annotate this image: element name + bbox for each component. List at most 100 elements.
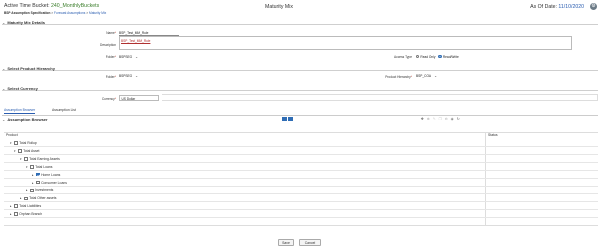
tree-node-checkbox[interactable]	[18, 149, 22, 153]
tree-row[interactable]: ▾ Total Asset	[4, 147, 598, 155]
column-header-status[interactable]: Status	[488, 133, 498, 137]
section-title: Select Currency	[7, 86, 38, 91]
gear-icon[interactable]: ⚙	[590, 3, 597, 10]
chevron-down-icon: ⌄	[2, 66, 6, 71]
as-of-date: As Of Date: 11/10/2020	[530, 4, 584, 10]
tree-node-checkbox[interactable]	[14, 204, 18, 209]
tree-row[interactable]: ▸ Total Liabilities	[4, 203, 598, 211]
section-title: Assumption Browser	[7, 117, 48, 122]
add-icon[interactable]: ⊕	[426, 117, 431, 121]
section-title: Select Product Hierarchy	[7, 66, 55, 71]
tree-row[interactable]: ▸ Total Other assets	[4, 195, 598, 203]
tree-node-label[interactable]: Total Asset	[23, 149, 39, 153]
radio-read-write-label: Read/Write	[442, 54, 459, 59]
tree-node: ▸ Total Liabilities	[10, 204, 41, 208]
tree-node-label[interactable]: Consumer Loans	[41, 181, 67, 185]
tree-row[interactable]: ▾ Total Rollup	[4, 140, 598, 147]
tree-row[interactable]: ▾ Total Loans	[4, 163, 598, 171]
tree-node-checkbox[interactable]	[36, 180, 40, 185]
currency-row-frame	[162, 94, 598, 101]
list-view-button[interactable]	[288, 117, 293, 121]
tree-node: ▸ Home Loans	[32, 173, 60, 177]
tree-node-label[interactable]: Total Loans	[35, 165, 52, 169]
copy-icon[interactable]: ❐	[438, 117, 443, 121]
breadcrumb-forecast-assumptions[interactable]: Forecast Assumptions	[54, 11, 85, 15]
tree-row[interactable]: ▸ Consumer Loans	[4, 179, 598, 187]
tree-node: ▸ Orphan Branch	[10, 212, 42, 216]
name-label: Name*	[106, 31, 116, 35]
chevron-down-icon: ⌄	[2, 86, 6, 91]
refresh-icon[interactable]: ↻	[456, 117, 461, 121]
active-time-bucket-value[interactable]: 240_MonthlyBuckets	[51, 3, 99, 9]
tree-node-checkbox[interactable]	[14, 212, 18, 216]
move-icon[interactable]: ✥	[420, 117, 425, 121]
column-header-product[interactable]: Product	[6, 133, 18, 137]
view-icon[interactable]: ◉	[450, 117, 455, 121]
section-assumption-browser[interactable]: ⌄ Assumption Browser	[2, 117, 272, 122]
tree-node: ▸ Consumer Loans	[32, 181, 67, 185]
name-label-text: Name	[106, 31, 115, 35]
tree-node: ▾ Total Earning Assets	[20, 157, 60, 161]
tree-node-checkbox[interactable]	[14, 141, 18, 145]
description-text: BSP_Test_MM_Rule	[121, 38, 151, 43]
currency-label: Currency*	[101, 96, 116, 101]
section-title: Maturity Mix Details	[7, 20, 45, 25]
folder-label-text: Folder	[105, 55, 115, 59]
tree-row[interactable]: ▸ Investments	[4, 187, 598, 195]
tree-node: ▾ Total Asset	[14, 149, 40, 153]
chevron-down-icon: ⌄	[2, 20, 6, 25]
hierarchy-folder-label-text: Folder	[105, 74, 115, 79]
breadcrumb-maturity-mix[interactable]: Maturity Mix	[89, 11, 106, 15]
currency-label-text: Currency	[101, 96, 115, 101]
tree-node-checkbox[interactable]	[30, 164, 34, 169]
tree-node-checkbox[interactable]	[30, 188, 34, 193]
access-type-group: Read Only Read/Write	[416, 55, 459, 59]
tree-row[interactable]: ▸ Home Loans	[4, 171, 598, 179]
tree-node-label[interactable]: Home Loans	[41, 173, 60, 177]
product-hierarchy-select[interactable]: BSP_COA ⌄	[416, 74, 437, 78]
description-field[interactable]: BSP_Test_MM_Rule	[119, 36, 572, 50]
description-label: Description	[100, 43, 116, 47]
tree-node: ▸ Investments	[26, 188, 53, 192]
hierarchy-folder-select[interactable]: BSPSEG ⌄	[119, 74, 138, 78]
folder-select-value: BSPSEG	[119, 54, 133, 59]
tab-assumption-list[interactable]: Assumption List	[52, 108, 76, 112]
chevron-down-icon: ⌄	[2, 117, 6, 122]
tree-row[interactable]: ▾ Total Earning Assets	[4, 155, 598, 163]
tree-node: ▾ Total Rollup	[10, 141, 37, 145]
tree-row[interactable]: ▸ Orphan Branch	[4, 211, 598, 219]
product-hierarchy-value: BSP_COA	[416, 74, 432, 78]
edit-icon[interactable]: ✎	[432, 117, 437, 121]
active-time-bucket: Active Time Bucket: 240_MonthlyBuckets	[4, 3, 106, 9]
tree-node-label[interactable]: Total Rollup	[19, 141, 37, 145]
header-left: Active Time Bucket: 240_MonthlyBuckets B…	[4, 3, 106, 15]
folder-select[interactable]: BSPSEG ⌄	[119, 55, 138, 59]
tree-node-checkbox[interactable]	[36, 172, 40, 177]
cancel-button[interactable]: Cancel	[299, 239, 321, 246]
tree-node-label[interactable]: Total Other assets	[29, 196, 56, 200]
tree-node-label[interactable]: Total Earning Assets	[29, 157, 60, 161]
breadcrumb: BSP Assumption Specification > Forecast …	[4, 11, 106, 15]
tree-node-checkbox[interactable]	[24, 157, 28, 161]
radio-read-write[interactable]	[438, 54, 442, 59]
tree-node-checkbox[interactable]	[24, 196, 28, 201]
tree-node-label[interactable]: Investments	[35, 188, 53, 192]
tree-view-button[interactable]	[282, 117, 287, 121]
browser-toolbar: ✥ ⊕ ✎ ❐ ⊖ ◉ ↻	[420, 117, 461, 121]
radio-read-only[interactable]	[416, 54, 420, 59]
product-hierarchy-label-text: Product Hierarchy	[385, 74, 411, 79]
as-of-date-value[interactable]: 11/10/2020	[558, 4, 584, 10]
section-select-currency[interactable]: ⌄ Select Currency	[2, 86, 598, 91]
tab-assumption-browser[interactable]: Assumption Browser	[4, 108, 36, 114]
as-of-date-label: As Of Date:	[530, 4, 557, 10]
delete-icon[interactable]: ⊖	[444, 117, 449, 121]
tree-node-label[interactable]: Total Liabilities	[19, 204, 41, 208]
section-select-product-hierarchy[interactable]: ⌄ Select Product Hierarchy	[2, 66, 598, 71]
access-type-label: Access Type	[393, 55, 412, 59]
save-button[interactable]: Save	[278, 239, 294, 246]
chevron-down-icon: ⌄	[434, 74, 437, 78]
section-maturity-mix-details[interactable]: ⌄ Maturity Mix Details	[2, 20, 598, 25]
tree-node-label[interactable]: Orphan Branch	[19, 212, 42, 216]
currency-select[interactable]: US Dollar	[119, 95, 159, 101]
currency-select-value: US Dollar	[121, 97, 136, 101]
